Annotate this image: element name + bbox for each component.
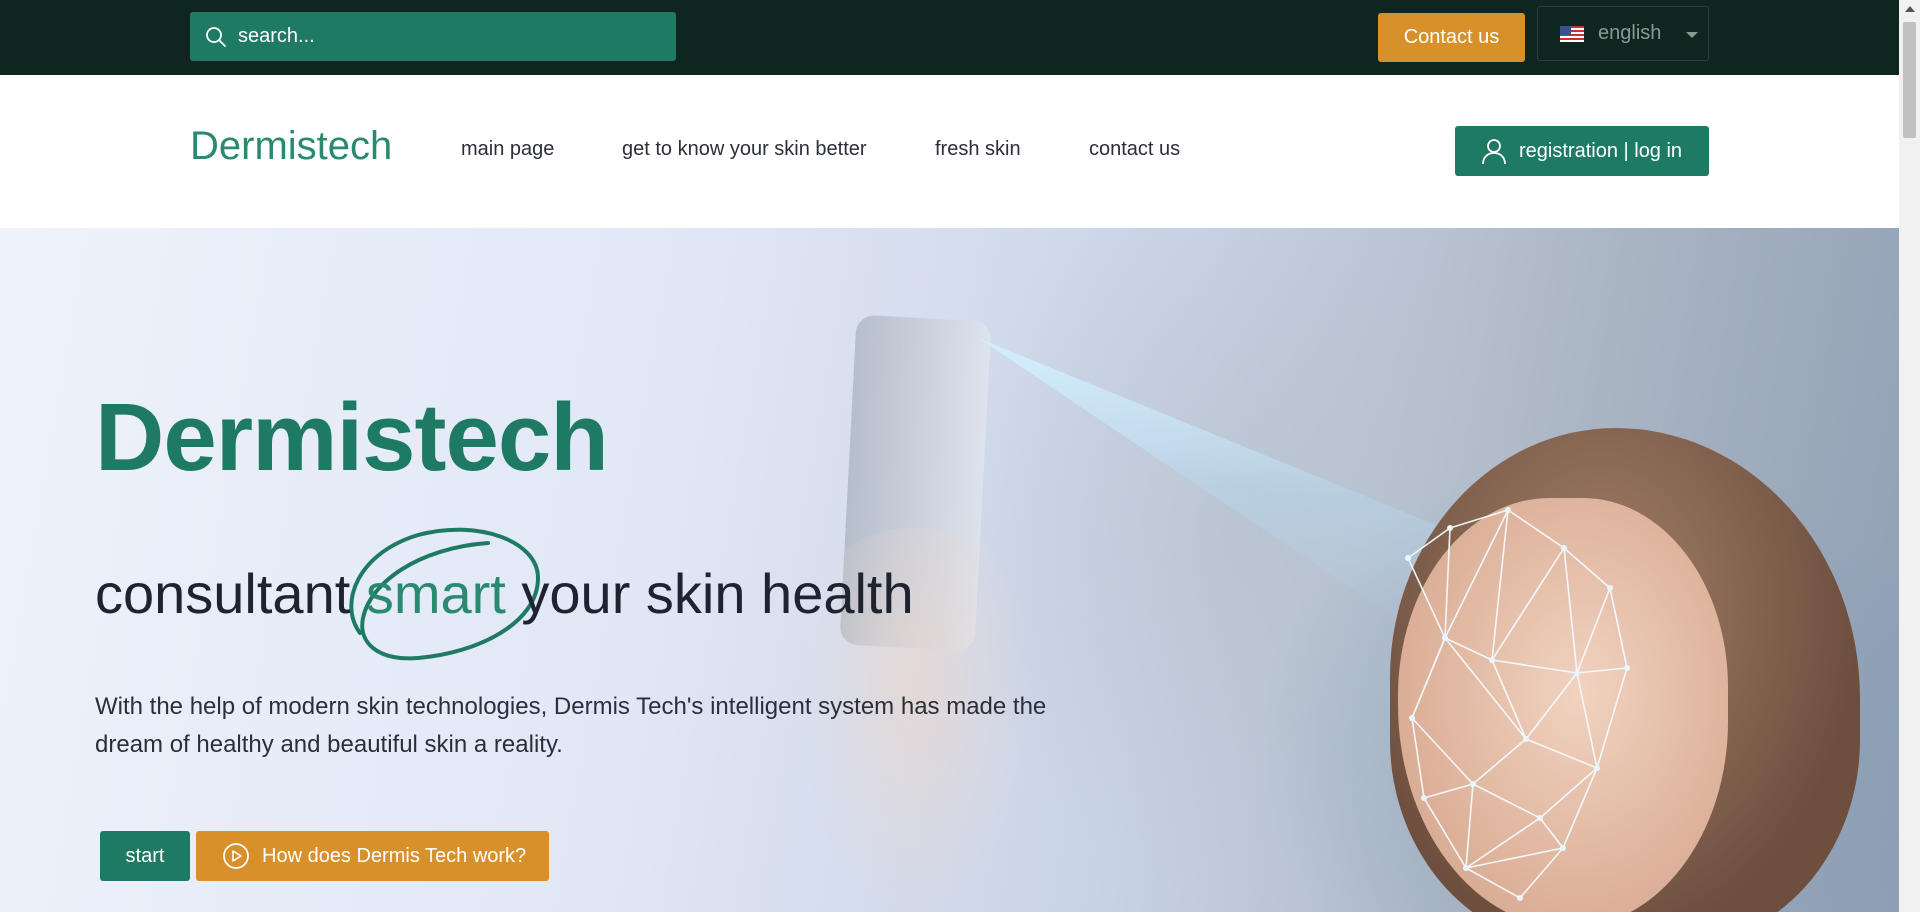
hero-description: With the help of modern skin technologie… bbox=[95, 693, 1047, 758]
registration-label: registration | log in bbox=[1519, 139, 1683, 162]
top-bar: Contact us english bbox=[0, 0, 1899, 75]
logo[interactable]: Dermistech bbox=[190, 124, 392, 169]
face-mesh-graphic bbox=[1405, 507, 1630, 901]
hero-subtitle-start: consultant bbox=[95, 562, 366, 625]
hero-title: Dermistech bbox=[95, 384, 609, 491]
how-it-works-button[interactable]: How does Dermis Tech work? bbox=[196, 831, 549, 881]
contact-us-button[interactable]: Contact us bbox=[1378, 13, 1525, 62]
user-icon bbox=[1482, 139, 1506, 165]
how-it-works-label: How does Dermis Tech work? bbox=[262, 844, 527, 867]
start-button[interactable]: start bbox=[100, 831, 190, 881]
us-flag-icon bbox=[1560, 25, 1584, 42]
hero-subtitle-accent: smart bbox=[365, 562, 506, 625]
registration-login-button[interactable]: registration | log in bbox=[1455, 126, 1709, 176]
page-scrollbar[interactable] bbox=[1899, 0, 1920, 912]
hero-subtitle-end: your skin health bbox=[505, 562, 914, 625]
scroll-up-arrow-icon[interactable] bbox=[1905, 6, 1915, 12]
face-scan-image bbox=[1370, 428, 1870, 912]
search-box[interactable] bbox=[190, 12, 676, 61]
language-label: english bbox=[1598, 22, 1662, 44]
hero-section: Dermistech consultant smart your skin he… bbox=[0, 228, 1899, 912]
play-circle-icon bbox=[223, 843, 249, 869]
nav-item-know-your-skin[interactable]: get to know your skin better bbox=[622, 138, 867, 161]
hero-subtitle: consultant smart your skin health bbox=[95, 561, 914, 626]
language-selector[interactable]: english bbox=[1537, 6, 1709, 61]
nav-item-fresh-skin[interactable]: fresh skin bbox=[935, 138, 1021, 161]
scrollbar-thumb[interactable] bbox=[1903, 22, 1916, 138]
nav-item-main-page[interactable]: main page bbox=[461, 138, 554, 161]
nav-item-contact-us[interactable]: contact us bbox=[1089, 138, 1180, 161]
search-icon bbox=[206, 26, 226, 47]
search-input[interactable] bbox=[238, 25, 658, 48]
chevron-down-icon bbox=[1686, 32, 1698, 38]
main-nav: Dermistech main page get to know your sk… bbox=[0, 75, 1899, 228]
